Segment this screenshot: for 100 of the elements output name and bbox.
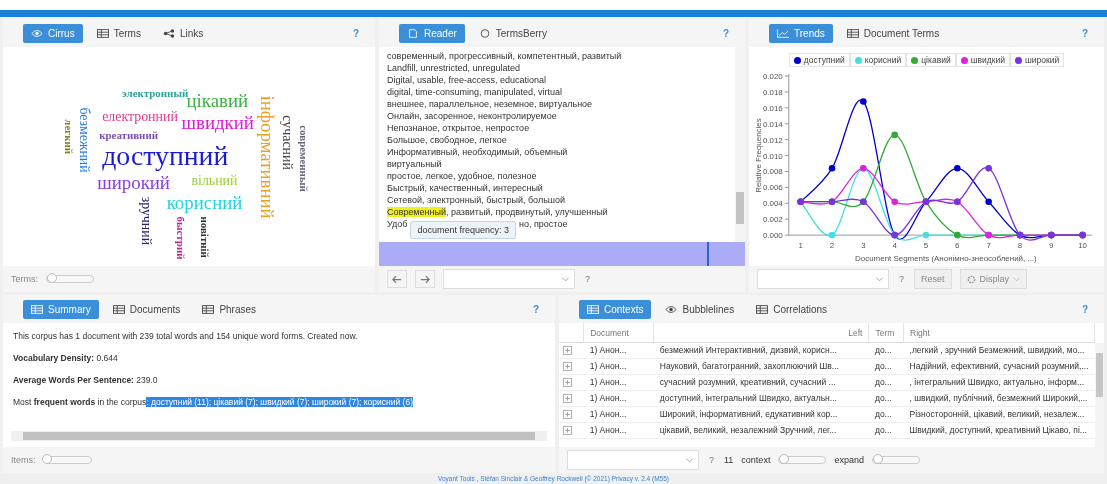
table-cell: 1) Анон... [583,342,654,359]
tick-label: 0.008 [762,167,783,177]
tab[interactable]: Documents [104,299,189,319]
column-header[interactable]: Right [903,323,1095,343]
expand-icon[interactable] [563,378,572,387]
tick-label: 10 [1078,241,1088,251]
point [985,198,992,205]
expand-icon[interactable] [563,426,572,435]
expand-icon[interactable] [563,362,572,371]
cloud-word[interactable]: креативний [99,129,158,142]
legend-item[interactable]: корисний [849,53,907,67]
stat-text: Vocabulary Density: 0.644 [13,353,119,363]
legend-label: доступний [803,55,845,65]
cloud-word[interactable]: електронний [102,109,178,125]
help-button[interactable]: ? [346,26,365,40]
tab[interactable]: TermsBerry [470,23,555,43]
tab[interactable]: Bubblelines [657,299,743,319]
display-button[interactable]: Display [959,269,1028,289]
help-button[interactable]: ? [716,26,735,40]
cloud-word[interactable]: электронный [122,87,189,100]
reader-text: Landfill, unrestricted, unregulated [387,63,521,73]
table-cell: 1) Анон... [583,406,654,423]
table-cell: до... [868,390,904,407]
cloud-word[interactable]: новітній [199,216,212,258]
cloud-word[interactable]: безмежний [77,107,93,173]
tick-label: 0.018 [762,87,783,97]
slider-thumb[interactable] [46,273,57,283]
table-cell: Різносторонній, цікавий, великий, незалеж... [903,406,1095,423]
eye-icon [665,304,678,314]
tab[interactable]: Terms [88,23,149,43]
tick-label: 0.000 [762,231,783,241]
forward-button[interactable] [415,270,435,288]
point [954,165,961,172]
tab[interactable]: Correlations [748,299,836,319]
help-button[interactable]: ? [583,274,592,284]
scrollbar[interactable] [735,47,745,242]
grid-icon [756,304,769,314]
reader-text: современный, прогрессивный, компетентный, развитый [387,51,622,61]
slider-thumb[interactable] [41,454,52,464]
gear-icon [966,274,976,284]
help-button[interactable]: ? [526,302,545,316]
help-button[interactable]: ? [1075,26,1094,40]
slider-label: context [741,455,771,465]
column-header[interactable]: Term [868,323,904,343]
help-button[interactable]: ? [897,274,906,284]
frequent-words-text: Most frequent words in the corpus: доступний (11); цікавий (7); швидкий (7); широкий (7); корисний (6) [13,397,415,407]
search-field[interactable] [443,269,575,289]
terms-slider[interactable] [46,275,94,283]
tab[interactable]: Reader [399,23,465,43]
cloud-word[interactable]: быстрий [174,216,187,260]
slider-thumb[interactable] [872,454,883,464]
reset-button[interactable]: Reset [914,269,952,289]
help-button[interactable]: ? [707,455,716,465]
table-cell: до... [868,374,904,391]
cloud-word[interactable]: современный [297,125,310,192]
point [922,231,930,239]
cloud-word[interactable]: легкий [62,119,75,155]
scrollbar[interactable] [1095,343,1104,447]
tab[interactable]: Contexts [579,299,652,319]
tab[interactable]: Phrases [194,299,265,319]
back-button[interactable] [387,270,407,288]
help-button[interactable]: ? [1075,302,1094,316]
expand-icon[interactable] [563,346,572,355]
legend-label: швидкий [970,55,1005,65]
tab[interactable]: Document Terms [838,23,948,43]
grid-icon [846,28,859,38]
items-slider[interactable] [43,456,92,464]
caret-icon [1013,276,1021,282]
cloud-word[interactable]: широкий [97,171,170,193]
scrollbar[interactable] [11,431,547,441]
column-header[interactable]: Document [583,323,654,343]
table-cell: цікавий, великий, незалежний Зручний, лег... [653,422,869,439]
point [828,231,836,239]
tab[interactable]: Cirrus [23,23,83,43]
legend-item[interactable]: швидкий [955,53,1010,67]
table-cell: до... [868,406,904,423]
column-header[interactable]: Left [653,323,869,343]
slider-thumb[interactable] [779,454,789,464]
context-slider[interactable] [778,456,827,464]
tab[interactable]: Trends [769,23,833,43]
tick-label: 0.020 [762,72,783,81]
cloud-word[interactable]: сучасний [279,115,295,170]
reader-text: но, простое [519,219,568,229]
cloud-word[interactable]: зручний [138,196,154,246]
tick-label: 1 [798,241,803,251]
grid-icon [587,304,599,314]
legend-item[interactable]: доступний [788,53,850,67]
expand-icon[interactable] [563,394,572,403]
legend-item[interactable]: широкий [1009,53,1065,67]
reader-text: виртуальный [387,159,442,169]
cloud-word[interactable]: швидкий [181,112,254,134]
tab[interactable]: Links [154,23,212,43]
search-field[interactable] [757,269,889,289]
table-cell: доступний, інтегральний Швидко, актуальн... [653,390,869,407]
expand-slider[interactable] [871,456,920,464]
tab[interactable]: Summary [23,299,99,319]
search-field[interactable] [567,450,699,470]
legend-item[interactable]: цікавий [906,53,956,67]
expand-icon[interactable] [563,410,572,419]
grid-icon [96,28,109,38]
